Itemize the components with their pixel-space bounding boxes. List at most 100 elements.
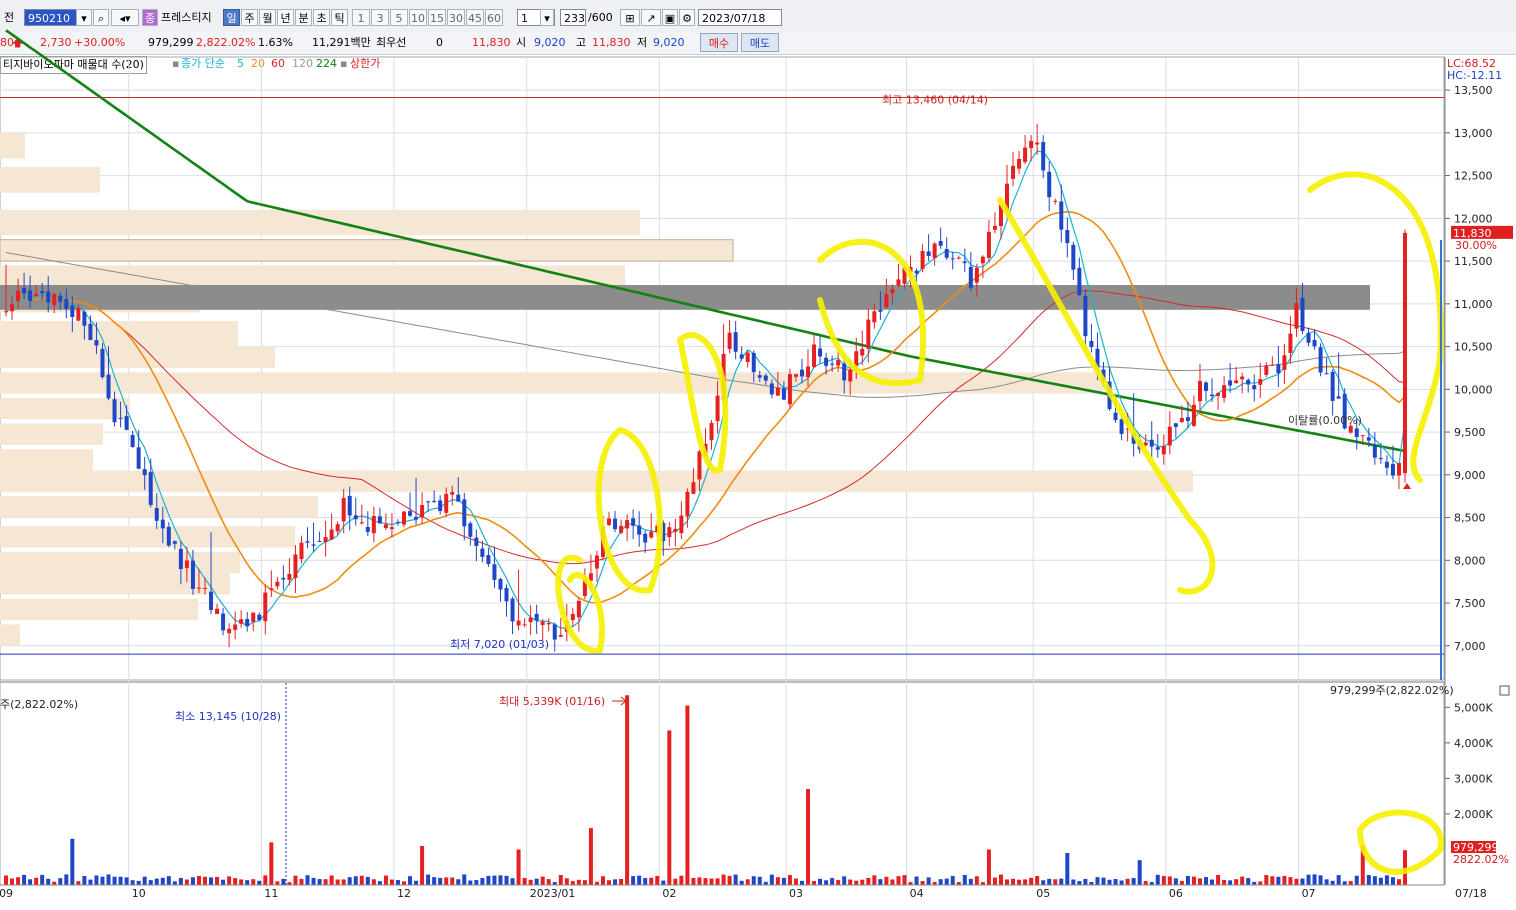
volume-bar <box>619 878 624 885</box>
volume-bar <box>371 879 376 885</box>
candle-body <box>534 613 539 621</box>
candle-body <box>70 305 75 317</box>
candle-body <box>968 266 973 288</box>
volume-bar <box>377 881 382 885</box>
candle-body <box>745 352 750 363</box>
volume-bar <box>154 878 159 885</box>
candle-body <box>769 383 774 395</box>
volume-bar <box>420 845 425 885</box>
volume-profile-bar <box>0 209 640 236</box>
candle-body <box>1210 394 1215 397</box>
candle-body <box>992 225 997 230</box>
volume-bar <box>860 879 865 885</box>
volume-bar <box>721 874 726 885</box>
volume-bar <box>1222 879 1227 885</box>
volume-bar <box>866 877 871 885</box>
candle-body <box>263 592 268 622</box>
volume-bar <box>576 879 581 885</box>
candle-body <box>130 434 135 448</box>
volume-bar <box>4 875 8 885</box>
volume-profile-bar <box>0 167 100 193</box>
candle-body <box>341 498 346 522</box>
price-tick-label: 13,500 <box>1454 84 1493 97</box>
volume-bar <box>655 875 660 885</box>
candle-body <box>715 395 720 422</box>
candle-body <box>1240 376 1245 380</box>
candle-body <box>510 598 515 622</box>
candle-body <box>896 279 901 286</box>
candle-body <box>673 528 678 532</box>
candle-body <box>196 587 201 589</box>
volume-bar <box>58 878 63 885</box>
candle-body <box>1077 267 1082 296</box>
candle-body <box>16 290 21 302</box>
candle-body <box>1197 380 1202 402</box>
volume-bar <box>118 876 123 885</box>
candle-body <box>1396 463 1401 476</box>
volume-bar <box>992 877 997 885</box>
candle-body <box>1179 417 1184 423</box>
candle-body <box>872 311 877 323</box>
price-chart[interactable]: 13,500 13,000 12,500 12,000 11,500 11,000 10,5… <box>0 0 1516 910</box>
volume-profile-bar <box>0 372 1103 394</box>
volume-bar <box>124 877 129 885</box>
volume-bar <box>190 877 195 885</box>
candle-body <box>269 588 274 590</box>
volume-profile-bar <box>0 573 230 595</box>
volume-bar <box>588 828 593 885</box>
candle-body <box>1035 142 1040 145</box>
candle-body <box>353 515 358 520</box>
candle-body <box>926 251 931 256</box>
candle-body <box>812 344 817 368</box>
volume-panel-close-icon[interactable] <box>1499 685 1510 696</box>
volume-bar <box>1101 877 1106 885</box>
x-axis-label: 07 <box>1302 887 1316 900</box>
hc-label: HC:-12.11 <box>1447 69 1502 82</box>
volume-bar <box>1336 875 1341 885</box>
candle-body <box>1276 364 1281 374</box>
volume-min-label: 최소 13,145 (10/28) <box>175 710 281 723</box>
volume-bar <box>739 880 744 885</box>
price-tick-label: 12,500 <box>1454 170 1493 183</box>
candle-body <box>227 628 232 634</box>
volume-profile-bar <box>0 526 295 548</box>
volume-bar <box>498 875 503 885</box>
volume-bar <box>890 879 895 885</box>
candle-body <box>305 541 310 543</box>
volume-bar <box>1047 878 1052 885</box>
candle-body <box>1294 302 1299 329</box>
candle-body <box>625 520 630 529</box>
candle-body <box>1336 396 1341 399</box>
volume-bar <box>251 879 256 885</box>
volume-bar <box>432 877 437 885</box>
candle-body <box>106 374 111 399</box>
candle-body <box>1071 244 1076 270</box>
volume-bar <box>293 875 298 885</box>
candle-body <box>287 573 292 580</box>
candle-body <box>1204 382 1209 391</box>
candle-body <box>377 516 382 524</box>
candle-body <box>148 472 153 505</box>
price-tick-label: 7,000 <box>1454 640 1486 653</box>
volume-bar <box>335 879 340 885</box>
candle-body <box>112 399 117 423</box>
volume-bar <box>1173 878 1178 885</box>
volume-bar <box>1005 879 1010 885</box>
volume-bar <box>661 880 666 885</box>
volume-bar <box>649 877 654 885</box>
volume-bar <box>528 879 533 885</box>
candle-body <box>209 591 214 610</box>
candle-body <box>1324 373 1329 375</box>
volume-bar <box>1029 877 1034 885</box>
price-tick-label: 11,000 <box>1454 298 1493 311</box>
volume-bar <box>842 876 847 885</box>
volume-bar <box>347 877 352 885</box>
volume-bar <box>896 876 901 885</box>
volume-bar <box>1191 876 1196 885</box>
candle-body <box>685 491 690 517</box>
highlight-annotation <box>1307 171 1444 483</box>
volume-bar <box>1083 878 1088 885</box>
volume-bar <box>281 878 286 885</box>
volume-bar <box>76 881 81 885</box>
current-pct-label: 30.00% <box>1455 239 1497 252</box>
